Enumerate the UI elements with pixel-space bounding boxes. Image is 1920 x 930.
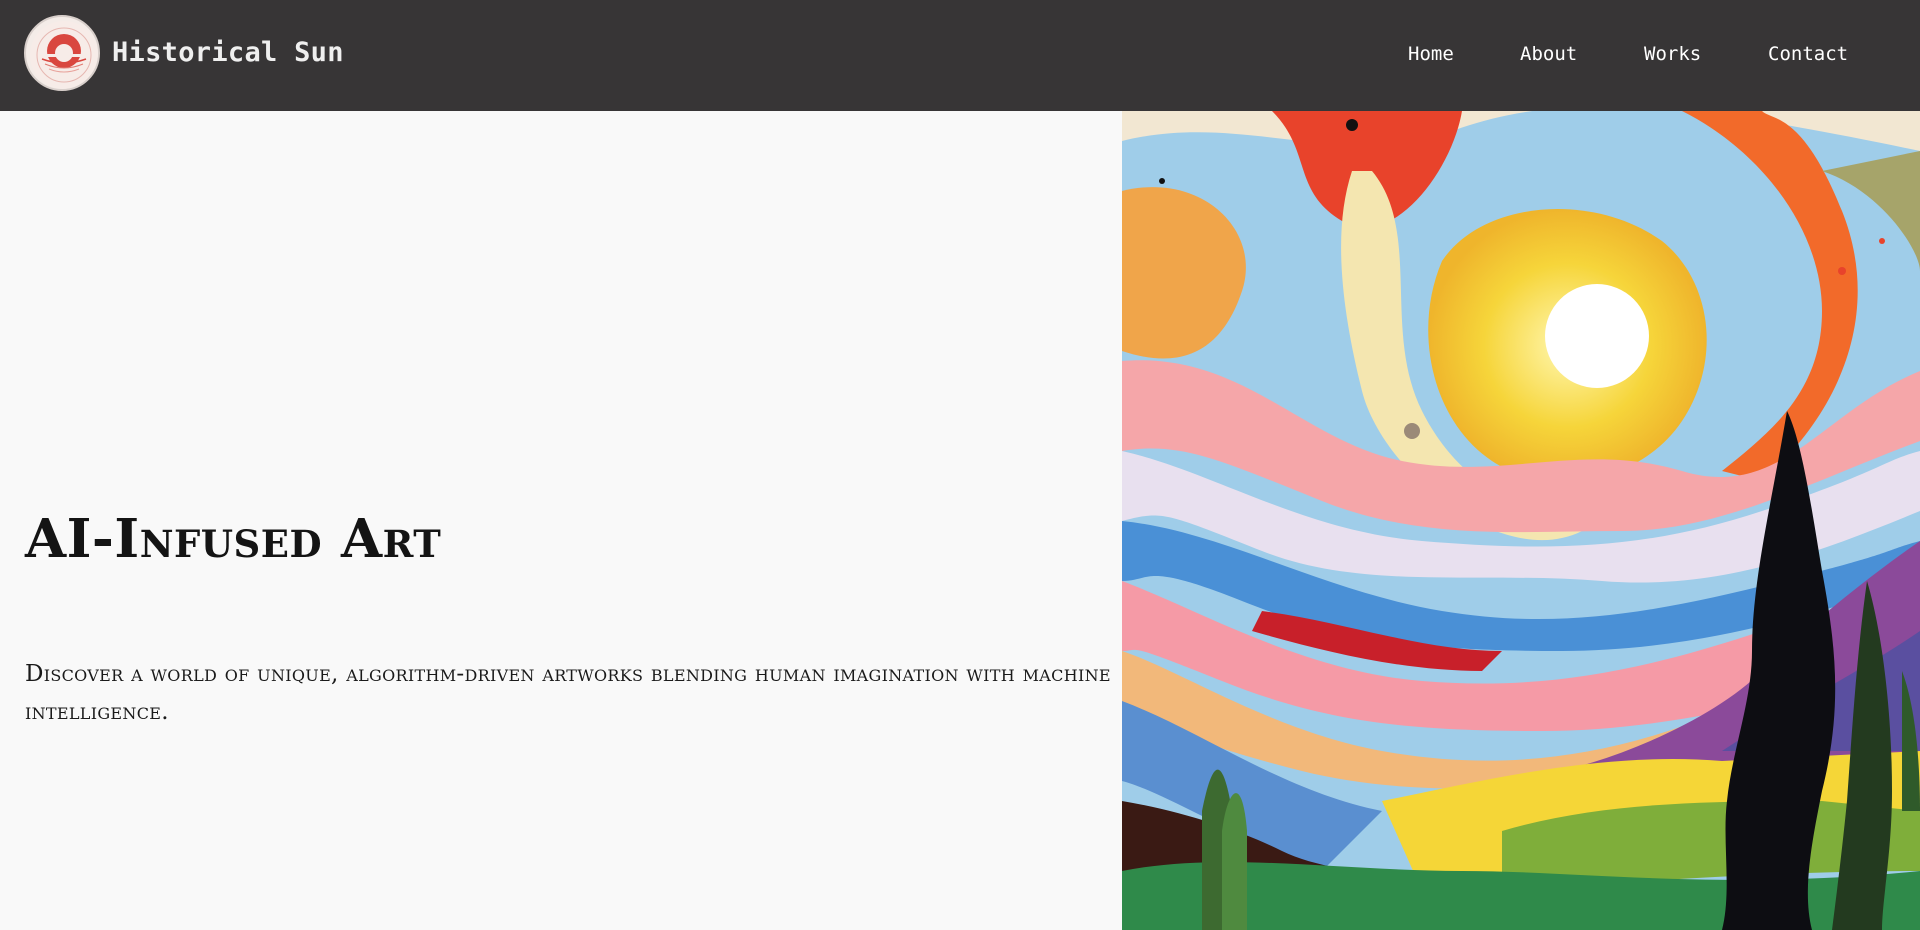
hero-description: Discover a world of unique, algorithm-dr… — [25, 661, 1111, 725]
hero-artwork-image — [1122, 111, 1920, 930]
brand-name[interactable]: Historical Sun — [112, 37, 344, 68]
nav-contact[interactable]: Contact — [1768, 43, 1848, 65]
nav-about[interactable]: About — [1520, 43, 1577, 65]
site-header: Historical Sun Home About Works Contact — [0, 0, 1920, 111]
nav-home[interactable]: Home — [1408, 43, 1454, 65]
logo-icon[interactable] — [24, 15, 100, 91]
hero-title: AI-Infused Art — [25, 508, 442, 570]
nav-works[interactable]: Works — [1644, 43, 1701, 65]
